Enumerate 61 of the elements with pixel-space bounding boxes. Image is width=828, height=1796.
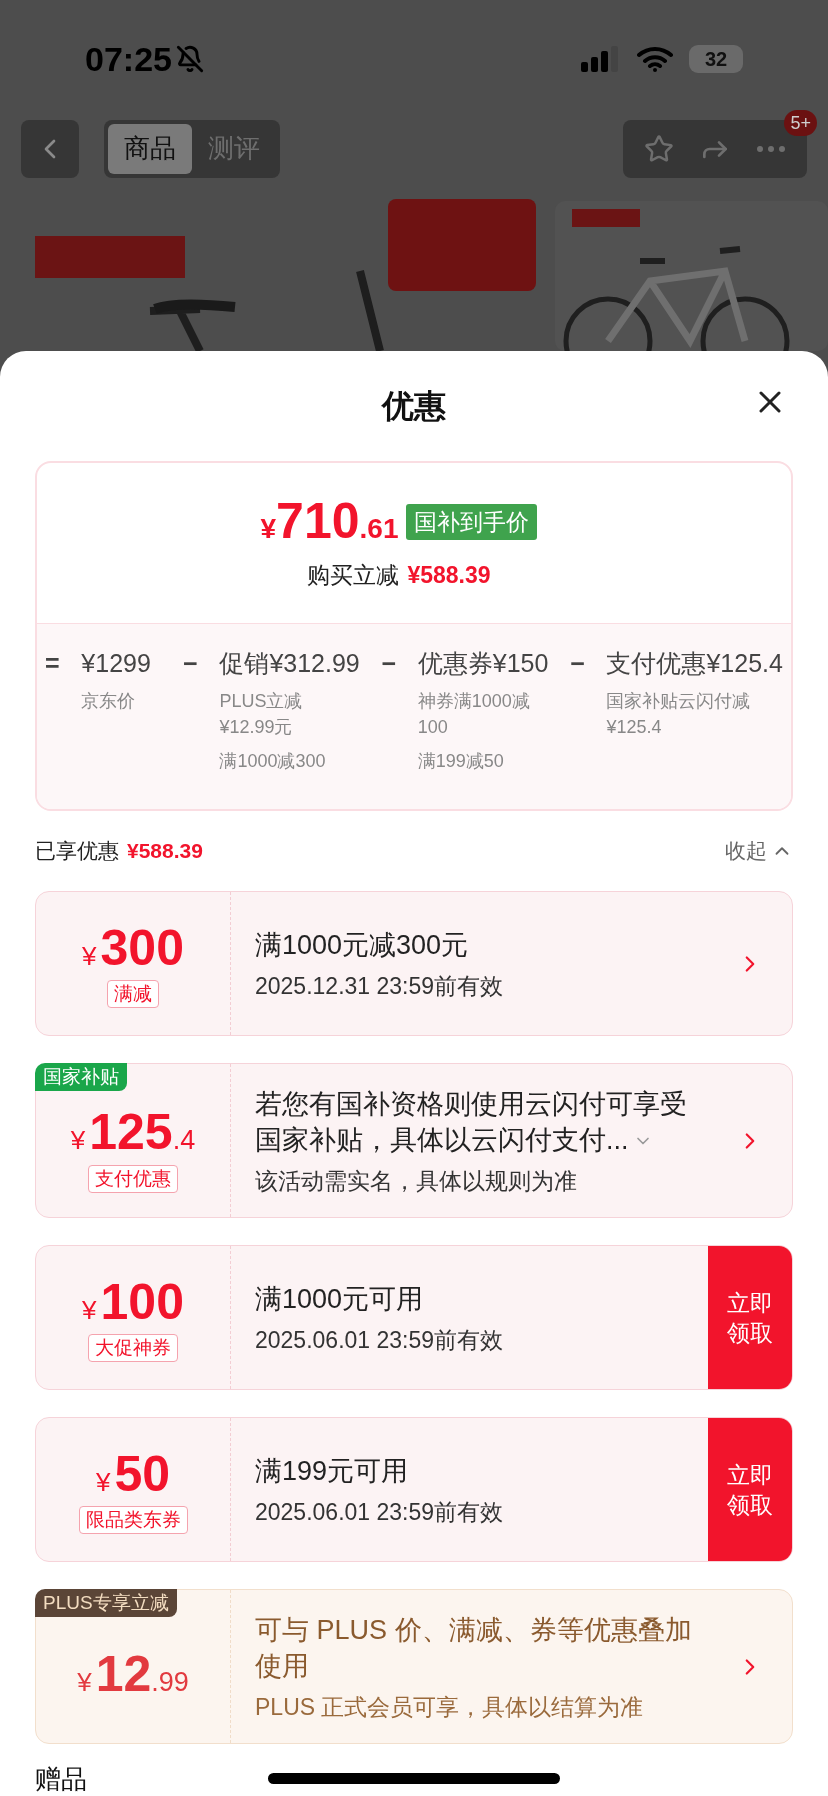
offer-amount: ¥125.4 — [70, 1104, 196, 1161]
final-price: ¥710.61 — [260, 493, 399, 551]
operator: = — [45, 648, 60, 679]
back-button[interactable] — [21, 119, 79, 178]
corner-tag: PLUS专享立减 — [35, 1589, 177, 1617]
wifi-icon — [637, 46, 673, 73]
breakdown-note: 满1000减300 — [219, 750, 327, 773]
collapse-button[interactable]: 收起 — [725, 835, 793, 867]
offer-amount: ¥300 — [82, 919, 184, 976]
offer-title: 满199元可用 — [255, 1454, 410, 1488]
enjoyed-amount: ¥588.39 — [127, 838, 203, 865]
signal-icon — [581, 46, 621, 73]
more-icon — [757, 145, 785, 152]
offer-title: 满1000元可用 — [255, 1282, 425, 1316]
bell-off-icon — [175, 45, 204, 74]
offer-title: 满1000元减300元 — [255, 928, 470, 962]
offer-tag: 满减 — [107, 979, 159, 1008]
price-tag: 国补到手价 — [406, 503, 538, 540]
operator: − — [381, 648, 397, 679]
clock: 07:25 — [85, 38, 172, 80]
offer-card[interactable]: 国家补贴 ¥125.4 支付优惠 若您有国补资格则使用云闪付可享受国家补贴，具体以云闪付支付... 该活动需实名，具体以规则为准 — [35, 1063, 793, 1218]
offer-subtitle: 2025.06.01 23:59前有效 — [255, 1325, 505, 1355]
offer-card[interactable]: ¥300 满减 满1000元减300元 2025.12.31 23:59前有效 — [35, 891, 793, 1036]
notification-badge: 5+ — [784, 109, 817, 136]
offer-title: 若您有国补资格则使用云闪付可享受国家补贴，具体以云闪付支付... — [255, 1087, 688, 1157]
breakdown-note: 国家补贴云闪付减¥125.4 — [606, 690, 752, 739]
star-icon — [644, 133, 674, 164]
offer-card[interactable]: ¥100 大促神券 满1000元可用 2025.06.01 23:59前有效 立即领取 — [35, 1245, 793, 1390]
battery: 32 — [689, 45, 743, 74]
offer-tag: 限品类东券 — [78, 1505, 188, 1534]
offer-subtitle: 该活动需实名，具体以规则为准 — [255, 1166, 578, 1196]
saving-amount: ¥588.39 — [407, 561, 491, 591]
offer-amount: ¥50 — [95, 1445, 171, 1502]
enjoyed-label: 已享优惠 — [35, 838, 119, 865]
saving-label: 购买立减 — [307, 561, 400, 591]
breakdown-note: 京东价 — [81, 690, 137, 713]
claim-button[interactable]: 立即领取 — [708, 1246, 792, 1389]
offer-subtitle: PLUS 正式会员可享，具体以结算为准 — [255, 1692, 645, 1722]
breakdown-amount: 促销¥312.99 — [219, 648, 360, 679]
breakdown-amount: 支付优惠¥125.4 — [606, 648, 783, 679]
offer-tag: 支付优惠 — [88, 1164, 178, 1193]
offer-tag: 大促神券 — [88, 1333, 178, 1362]
claim-button[interactable]: 立即领取 — [708, 1418, 792, 1561]
breakdown-amount: ¥1299 — [81, 648, 152, 679]
sheet-title: 优惠 — [382, 387, 446, 426]
breakdown-note: 满199减50 — [417, 750, 505, 773]
breakdown-note: 神券满1000减100 — [417, 690, 531, 739]
offer-title: 可与 PLUS 价、满减、券等优惠叠加使用 — [255, 1613, 693, 1683]
breakdown-note: PLUS立减¥12.99元 — [219, 690, 304, 739]
offer-amount: ¥100 — [82, 1273, 184, 1330]
offer-amount: ¥12.99 — [77, 1646, 189, 1703]
tab[interactable]: 商品 — [108, 123, 192, 174]
corner-tag: 国家补贴 — [35, 1063, 127, 1091]
offer-card[interactable]: ¥50 限品类东券 满199元可用 2025.06.01 23:59前有效 立即领取 — [35, 1417, 793, 1562]
breakdown-amount: 优惠券¥150 — [417, 648, 549, 679]
offer-subtitle: 2025.06.01 23:59前有效 — [255, 1497, 505, 1527]
offer-subtitle: 2025.12.31 23:59前有效 — [255, 971, 505, 1001]
section-heading: 赠品 — [35, 1763, 87, 1796]
operator: − — [183, 648, 198, 679]
offer-card[interactable]: PLUS专享立减 ¥12.99 可与 PLUS 价、满减、券等优惠叠加使用 PLUS 正式会员可享，具体以结算为准 — [35, 1589, 793, 1744]
operator: − — [570, 648, 585, 679]
